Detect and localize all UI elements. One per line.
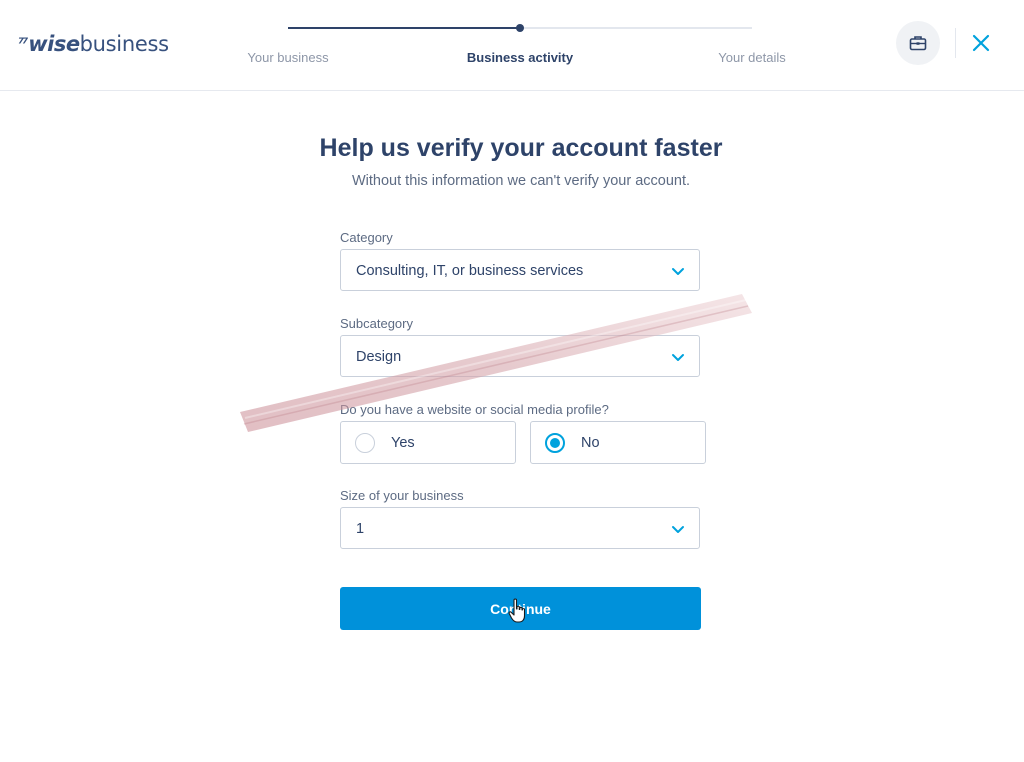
progress-track-fill (288, 27, 520, 29)
step-business-activity: Business activity (466, 50, 574, 65)
step-your-business: Your business (247, 50, 329, 65)
subcategory-value: Design (356, 349, 402, 365)
business-size-value: 1 (356, 521, 365, 537)
pink-brush-stroke-overlay (240, 294, 752, 432)
header-divider (955, 28, 956, 58)
top-bar: ⁷⁷ wise business Your business Business … (0, 0, 1024, 91)
radio-label-no: No (581, 435, 600, 451)
close-icon (972, 34, 990, 52)
step-your-details: Your details (718, 50, 786, 65)
chevron-down-icon (672, 268, 684, 275)
chevron-down-icon (672, 526, 684, 533)
wise-business-logo[interactable]: ⁷⁷ wise business (18, 30, 169, 58)
radio-label-yes: Yes (391, 435, 415, 451)
progress-stepper: Your business Business activity Your det… (230, 0, 810, 90)
category-label: Category (340, 230, 393, 245)
business-size-select[interactable]: 1 (340, 507, 700, 549)
progress-current-dot (516, 24, 524, 32)
hand-pointer-cursor-icon (508, 598, 526, 623)
close-button[interactable] (966, 28, 996, 58)
website-yes-option[interactable]: Yes (340, 421, 516, 464)
wise-flag-icon: ⁷⁷ (18, 36, 28, 52)
logo-wise-text: wise (28, 32, 80, 56)
page-title: Help us verify your account faster (319, 134, 723, 162)
subcategory-select[interactable]: Design (340, 335, 700, 377)
subcategory-label: Subcategory (340, 316, 413, 331)
progress-track (288, 24, 752, 32)
website-no-option[interactable]: No (530, 421, 706, 464)
radio-selected[interactable] (545, 433, 565, 453)
chevron-down-icon (672, 354, 684, 361)
briefcase-icon (909, 36, 927, 51)
radio-unselected[interactable] (355, 433, 375, 453)
business-size-label: Size of your business (340, 488, 464, 503)
business-profile-button[interactable] (896, 21, 940, 65)
category-select[interactable]: Consulting, IT, or business services (340, 249, 700, 291)
category-value: Consulting, IT, or business services (356, 263, 584, 279)
page-subtitle: Without this information we can't verify… (351, 173, 691, 189)
logo-business-text: business (79, 32, 169, 56)
website-question-label: Do you have a website or social media pr… (340, 402, 609, 417)
